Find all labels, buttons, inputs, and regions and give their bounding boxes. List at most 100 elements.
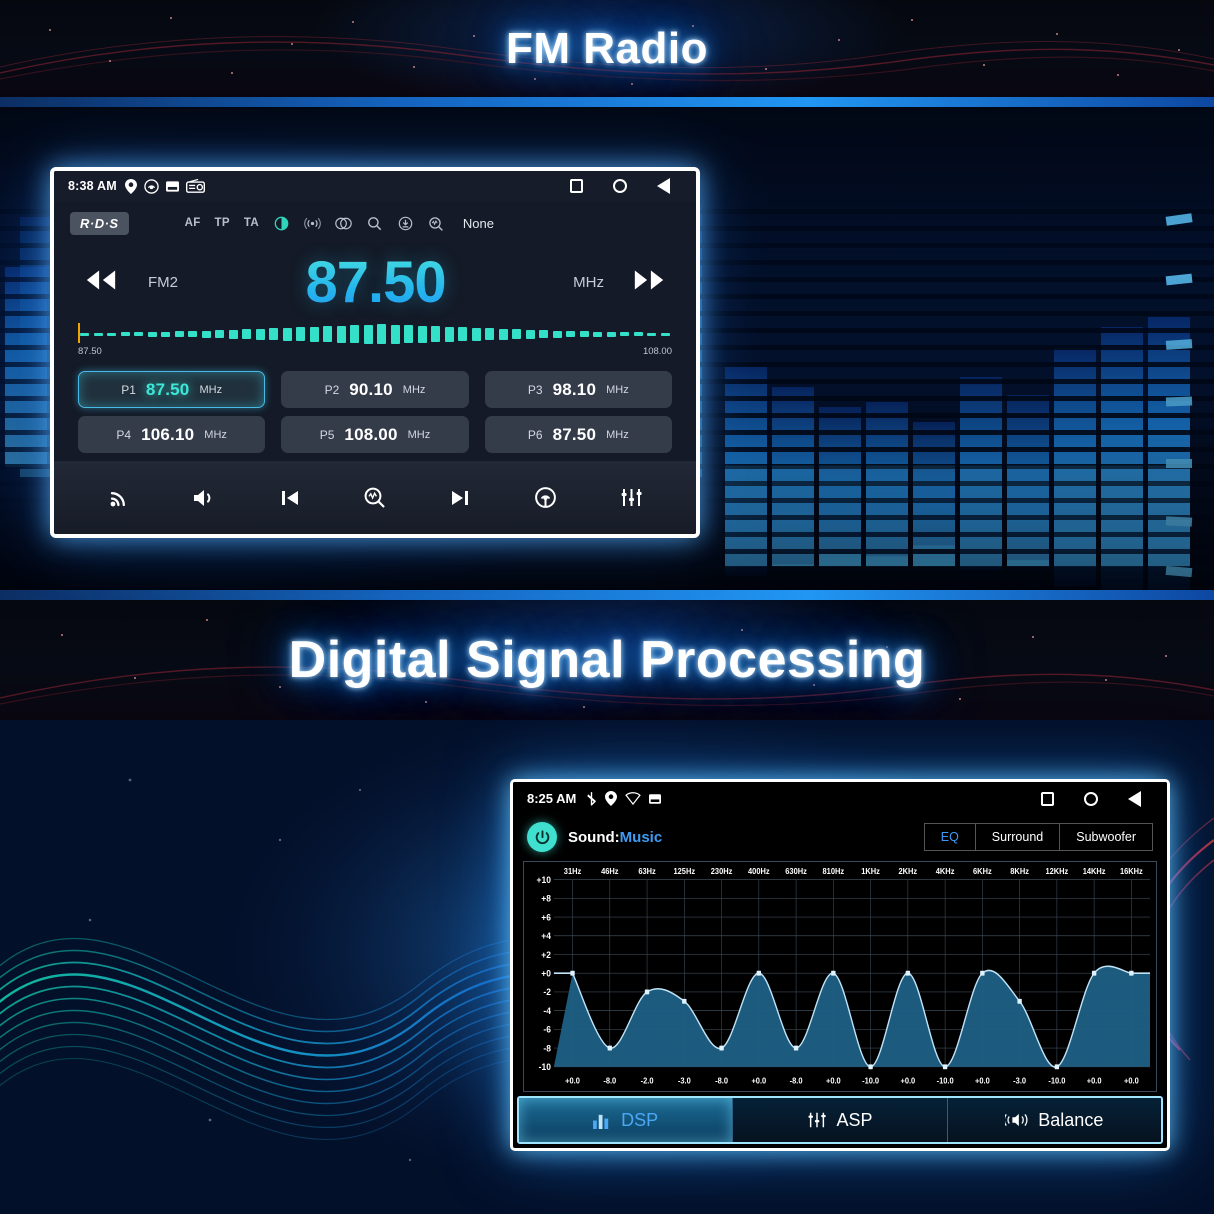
- search-icon[interactable]: [366, 215, 383, 232]
- eq-frequency-label: 400Hz: [748, 867, 770, 876]
- eq-band-handle[interactable]: [905, 970, 911, 976]
- eq-band-handle[interactable]: [607, 1045, 612, 1051]
- rds-ta-button[interactable]: TA: [244, 217, 259, 229]
- eq-frequency-label: 8KHz: [1010, 867, 1029, 876]
- eq-band-handle[interactable]: [1091, 970, 1097, 976]
- preset-p4[interactable]: P4 106.10 MHz: [78, 416, 266, 453]
- power-icon[interactable]: [527, 822, 557, 852]
- eq-band-handle[interactable]: [570, 970, 575, 976]
- mode-surround-button[interactable]: Surround: [975, 824, 1061, 850]
- eq-frequency-label: 14KHz: [1083, 867, 1106, 876]
- tab-asp[interactable]: ASP: [733, 1098, 948, 1142]
- eq-band-handle[interactable]: [682, 998, 687, 1004]
- fm-status-clock: 8:38 AM: [68, 179, 117, 193]
- eq-band-value: +0.0: [565, 1076, 580, 1085]
- scale-tick: [579, 331, 589, 337]
- scale-tick: [336, 325, 346, 343]
- eq-band-handle[interactable]: [793, 1045, 799, 1051]
- eq-band-handle[interactable]: [756, 970, 762, 976]
- fast-forward-icon[interactable]: [632, 269, 666, 296]
- eq-band-value: +0.0: [1124, 1076, 1139, 1085]
- rds-af-button[interactable]: AF: [185, 217, 201, 229]
- tab-dsp[interactable]: DSP: [519, 1098, 734, 1142]
- download-circle-icon[interactable]: [397, 215, 414, 232]
- dsp-status-clock: 8:25 AM: [527, 791, 577, 806]
- volume-icon[interactable]: [189, 483, 219, 513]
- dsp-header: Sound:Music EQ Surround Subwoofer: [513, 815, 1167, 859]
- recents-square-icon[interactable]: [570, 179, 583, 193]
- eq-band-value: -8.0: [790, 1076, 803, 1085]
- eq-band-handle[interactable]: [868, 1064, 873, 1070]
- equalizer-chart[interactable]: +10 +8 +6 +4 +2 +0 -2 -4 -6 -8 -10 31Hz 46Hz 63Hz 125H…: [523, 861, 1157, 1092]
- scale-tick: [174, 331, 184, 337]
- preset-value: 108.00: [344, 424, 398, 444]
- scale-tick: [606, 331, 616, 337]
- wifi-icon: [625, 792, 642, 805]
- eq-y-label: +8: [541, 893, 551, 903]
- rds-pty-value[interactable]: None: [463, 216, 494, 231]
- eq-band-handle[interactable]: [942, 1064, 948, 1070]
- eq-band-value: -10.0: [862, 1076, 880, 1085]
- product-infographic: FM Radio 8:38 AM R·D·S AF TP TA None FM2…: [0, 0, 1214, 1214]
- fm-banner-title: FM Radio: [506, 23, 708, 73]
- preset-p2[interactable]: P2 90.10 MHz: [281, 371, 469, 408]
- eq-band-handle[interactable]: [719, 1045, 724, 1051]
- scan-search-icon[interactable]: [428, 215, 445, 232]
- home-circle-icon[interactable]: [613, 179, 627, 193]
- scale-tick: [201, 330, 211, 338]
- fm-tuning-scale[interactable]: 87.50 108.00: [54, 319, 696, 365]
- back-triangle-icon[interactable]: [657, 178, 670, 194]
- broadcast-icon[interactable]: [531, 483, 561, 513]
- fm-scale-cursor: [78, 323, 80, 343]
- eq-band-handle[interactable]: [1017, 998, 1022, 1004]
- preset-p3[interactable]: P3 98.10 MHz: [484, 371, 672, 408]
- previous-track-icon[interactable]: [275, 483, 305, 513]
- eq-band-value: +0.0: [751, 1076, 766, 1085]
- eq-band-handle[interactable]: [980, 970, 985, 976]
- rewind-icon[interactable]: [84, 269, 118, 296]
- fm-frequency-display: 87.50: [178, 249, 573, 316]
- next-track-icon[interactable]: [445, 483, 475, 513]
- scale-tick: [296, 327, 306, 341]
- fm-banner: FM Radio: [0, 0, 1214, 97]
- scale-tick: [228, 329, 238, 339]
- scan-magnifier-icon[interactable]: [360, 483, 390, 513]
- scale-tick: [255, 328, 265, 340]
- scale-tick: [633, 332, 643, 336]
- back-triangle-icon[interactable]: [1128, 790, 1141, 807]
- rds-badge[interactable]: R·D·S: [70, 211, 129, 235]
- tab-balance[interactable]: Balance: [947, 1098, 1161, 1142]
- fm-band-label[interactable]: FM2: [148, 274, 178, 291]
- stereo-circles-icon[interactable]: [335, 215, 352, 232]
- scale-tick: [120, 332, 130, 336]
- dsp-status-bar: 8:25 AM: [513, 782, 1167, 815]
- eq-frequency-label: 46Hz: [601, 867, 618, 876]
- preset-value: 106.10: [141, 424, 195, 444]
- equalizer-graph[interactable]: +10 +8 +6 +4 +2 +0 -2 -4 -6 -8 -10 31Hz 46Hz 63Hz 125H…: [524, 862, 1156, 1091]
- pty-circle-icon[interactable]: [273, 215, 290, 232]
- recents-square-icon[interactable]: [1041, 791, 1054, 806]
- sound-mode-value: Music: [619, 828, 663, 846]
- eq-band-handle[interactable]: [1054, 1064, 1060, 1070]
- preset-unit: MHz: [407, 428, 431, 441]
- eq-frequency-label: 4KHz: [936, 867, 955, 876]
- preset-unit: MHz: [606, 383, 629, 396]
- eq-band-handle[interactable]: [831, 970, 836, 976]
- scale-tick: [269, 328, 279, 340]
- preset-unit: MHz: [199, 383, 223, 396]
- rss-signal-icon[interactable]: [104, 483, 134, 513]
- preset-p5[interactable]: P5 108.00 MHz: [281, 416, 469, 453]
- mode-eq-button[interactable]: EQ: [924, 824, 976, 850]
- preset-p1[interactable]: P1 87.50 MHz: [78, 371, 266, 408]
- eq-band-handle[interactable]: [644, 989, 650, 995]
- equalizer-sliders-icon[interactable]: [616, 483, 646, 513]
- home-circle-icon[interactable]: [1084, 791, 1098, 806]
- tab-asp-label: ASP: [836, 1109, 873, 1130]
- preset-p6[interactable]: P6 87.50 MHz: [484, 416, 672, 453]
- scale-tick: [93, 332, 103, 336]
- signal-waves-icon[interactable]: [304, 215, 321, 232]
- scale-tick: [458, 327, 468, 341]
- mode-subwoofer-button[interactable]: Subwoofer: [1060, 824, 1152, 850]
- eq-band-handle[interactable]: [1129, 970, 1134, 976]
- rds-tp-button[interactable]: TP: [215, 217, 230, 229]
